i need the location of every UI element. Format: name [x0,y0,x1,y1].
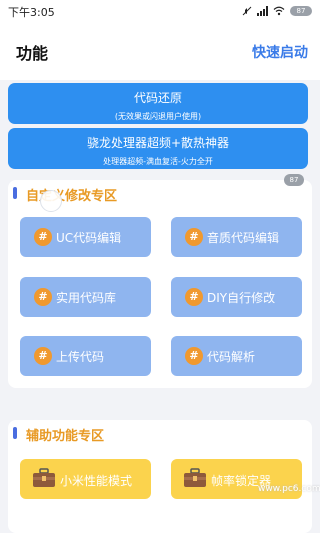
page-title: 功能 [16,44,49,63]
app-header: 功能 快速启动 [0,22,320,80]
hash-icon: # [185,288,203,306]
status-time: 下午3:05 [8,6,55,19]
overclock-banner[interactable]: 骁龙处理器超频+散热神器 处理器超频-满血复活-火力全开 [8,128,308,169]
tile-label: 小米性能模式 [60,474,133,488]
tile-uc-code-edit[interactable]: # UC代码编辑 [20,217,151,257]
mute-icon [242,6,252,16]
aux-section-panel: 辅助功能专区 小米性能模式 帧率锁定器 [8,420,312,533]
section-accent-bar [13,427,17,439]
tile-audio-code-edit[interactable]: # 音质代码编辑 [171,217,302,257]
tile-xiaomi-performance[interactable]: 小米性能模式 [20,459,151,499]
signal-icon [257,6,268,16]
section-title: 辅助功能专区 [26,429,105,444]
tile-label: 音质代码编辑 [207,231,280,245]
banner-subtitle: (无效果或闪退用户使用) [114,112,202,121]
tile-diy-modify[interactable]: # DIY自行修改 [171,277,302,317]
banner-title: 代码还原 [133,91,182,105]
counter-badge: 87 [284,174,304,186]
hash-icon: # [185,347,203,365]
tile-upload-code[interactable]: # 上传代码 [20,336,151,376]
tile-label: DIY自行修改 [207,291,276,305]
watermark: www.pc6.com [258,484,320,494]
banner-subtitle: 处理器超频-满血复活-火力全开 [103,157,213,166]
banner-title: 骁龙处理器超频+散热神器 [86,136,230,150]
status-icons: 87 [242,4,312,18]
toolbox-icon [33,468,55,487]
tile-code-parse[interactable]: # 代码解析 [171,336,302,376]
tile-label: UC代码编辑 [56,231,122,245]
tile-label: 实用代码库 [56,291,117,305]
toolbox-icon [184,468,206,487]
wifi-icon [273,6,285,16]
quick-start-button[interactable]: 快速启动 [252,42,308,62]
tile-label: 上传代码 [56,350,105,364]
tile-code-library[interactable]: # 实用代码库 [20,277,151,317]
battery-indicator: 87 [290,6,312,16]
status-bar: 下午3:05 87 [0,0,320,22]
custom-section-panel: 自定义修改专区 87 # UC代码编辑 # 音质代码编辑 # 实用代码库 # D… [8,174,312,388]
hash-icon: # [34,228,52,246]
touch-indicator [40,190,62,212]
hash-icon: # [34,288,52,306]
hash-icon: # [34,347,52,365]
code-restore-banner[interactable]: 代码还原 (无效果或闪退用户使用) [8,83,308,124]
tile-label: 代码解析 [207,350,256,364]
hash-icon: # [185,228,203,246]
section-accent-bar [13,187,17,199]
